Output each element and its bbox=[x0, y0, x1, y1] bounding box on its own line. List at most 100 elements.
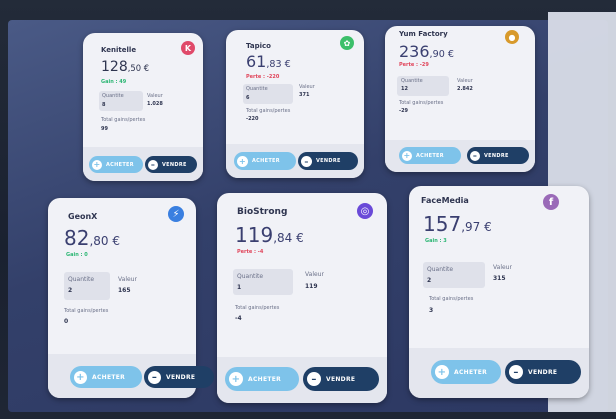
quantity-value: 1 bbox=[237, 284, 242, 291]
sell-label: VENDRE bbox=[316, 158, 341, 164]
price-decimal: ,97 € bbox=[461, 220, 492, 234]
total-value: -29 bbox=[399, 108, 409, 114]
value-label: Valeur bbox=[457, 78, 473, 84]
sell-button[interactable]: – VENDRE bbox=[145, 156, 197, 173]
minus-icon: – bbox=[470, 150, 480, 161]
price-decimal: ,90 € bbox=[429, 49, 454, 60]
value-amount: 1.028 bbox=[147, 101, 163, 107]
stock-name: Kenitelle bbox=[101, 46, 137, 54]
quantity-label: Quantite bbox=[401, 78, 423, 84]
company-logo-icon: K bbox=[181, 41, 195, 55]
company-logo-icon: ✿ bbox=[340, 36, 354, 50]
quantity-value: 8 bbox=[102, 102, 106, 108]
total-value: -4 bbox=[235, 315, 242, 322]
plus-icon: + bbox=[237, 155, 248, 167]
value-label: Valeur bbox=[299, 84, 315, 90]
total-value: 99 bbox=[101, 126, 108, 132]
quantity-label: Quantite bbox=[237, 273, 264, 280]
value-amount: 315 bbox=[493, 275, 506, 282]
value-amount: 2.842 bbox=[457, 86, 473, 92]
quantity-value: 2 bbox=[427, 277, 432, 284]
value-label: Valeur bbox=[118, 276, 137, 283]
plus-icon: + bbox=[402, 150, 412, 161]
stock-price: 128,50 € bbox=[101, 59, 149, 75]
sell-button[interactable]: – VENDRE bbox=[303, 367, 379, 391]
stock-name: GeonX bbox=[68, 212, 98, 221]
quantity-label: Quantite bbox=[68, 276, 95, 283]
quantity-label: Quantite bbox=[427, 266, 454, 273]
buy-button[interactable]: + ACHETER bbox=[431, 360, 501, 384]
stock-name: BioStrong bbox=[237, 207, 288, 217]
price-integer: 119 bbox=[235, 223, 274, 247]
price-decimal: ,80 € bbox=[89, 234, 120, 248]
status-text: Gain : 3 bbox=[425, 238, 447, 244]
minus-icon: – bbox=[307, 372, 321, 386]
company-logo-icon: ● bbox=[505, 30, 519, 44]
quantity-label: Quantite bbox=[246, 86, 268, 92]
buy-label: ACHETER bbox=[92, 373, 126, 381]
stock-card-geonx: GeonX ⚡ 82,80 € Gain : 0 Quantite 2 Vale… bbox=[48, 198, 214, 398]
stock-card-yum-factory: Yum Factory ● 236,90 € Perte : -29 Quant… bbox=[385, 26, 535, 172]
buy-button[interactable]: + ACHETER bbox=[234, 152, 296, 170]
total-label: Total gains/pertes bbox=[429, 296, 474, 302]
stock-card-kenitelle: Kenitelle K 128,50 € Gain : 49 Quantite … bbox=[83, 33, 203, 181]
buy-label: ACHETER bbox=[252, 158, 280, 164]
price-integer: 157 bbox=[423, 212, 462, 236]
price-integer: 61 bbox=[246, 52, 267, 71]
price-integer: 128 bbox=[101, 59, 128, 75]
sell-label: VENDRE bbox=[484, 152, 509, 159]
stock-name: Yum Factory bbox=[399, 30, 448, 38]
plus-icon: + bbox=[92, 159, 102, 170]
quantity-value: 2 bbox=[68, 287, 73, 294]
total-label: Total gains/pertes bbox=[246, 108, 291, 114]
buy-button[interactable]: + ACHETER bbox=[89, 156, 143, 173]
stock-price: 236,90 € bbox=[399, 42, 454, 61]
sell-label: VENDRE bbox=[162, 161, 187, 168]
stock-price: 82,80 € bbox=[64, 226, 120, 250]
sell-button[interactable]: – VENDRE bbox=[298, 152, 358, 170]
price-decimal: ,50 € bbox=[127, 63, 150, 73]
buy-button[interactable]: + ACHETER bbox=[399, 147, 461, 164]
sell-button[interactable]: – VENDRE bbox=[467, 147, 529, 164]
company-logo-icon: ◎ bbox=[357, 203, 373, 219]
company-logo-icon: ⚡ bbox=[168, 206, 184, 222]
buy-label: ACHETER bbox=[454, 368, 488, 376]
buy-button[interactable]: + ACHETER bbox=[225, 367, 299, 391]
stock-price: 61,83 € bbox=[246, 52, 291, 71]
stock-name: FaceMedia bbox=[421, 196, 469, 205]
minus-icon: – bbox=[509, 365, 523, 379]
status-text: Perte : -29 bbox=[399, 62, 429, 68]
price-decimal: ,84 € bbox=[273, 231, 304, 245]
status-text: Gain : 0 bbox=[66, 252, 88, 258]
stock-name: Tapico bbox=[246, 42, 271, 50]
value-label: Valeur bbox=[305, 271, 324, 278]
quantity-label: Quantite bbox=[102, 93, 124, 99]
total-label: Total gains/pertes bbox=[399, 100, 444, 106]
buy-label: ACHETER bbox=[106, 161, 134, 168]
price-integer: 82 bbox=[64, 226, 90, 250]
value-amount: 371 bbox=[299, 92, 310, 98]
sell-button[interactable]: – VENDRE bbox=[144, 366, 214, 388]
minus-icon: – bbox=[301, 155, 312, 167]
quantity-value: 6 bbox=[246, 95, 250, 101]
sell-label: VENDRE bbox=[528, 368, 558, 376]
sell-label: VENDRE bbox=[326, 375, 356, 383]
total-label: Total gains/pertes bbox=[64, 308, 109, 314]
stock-card-facemedia: FaceMedia f 157,97 € Gain : 3 Quantite 2… bbox=[409, 186, 589, 398]
stock-card-biostrong: BioStrong ◎ 119,84 € Perte : -4 Quantite… bbox=[217, 193, 387, 403]
sell-label: VENDRE bbox=[166, 373, 196, 381]
total-label: Total gains/pertes bbox=[101, 117, 146, 123]
sell-button[interactable]: – VENDRE bbox=[505, 360, 581, 384]
status-text: Perte : -220 bbox=[246, 74, 280, 80]
value-amount: 119 bbox=[305, 283, 318, 290]
buy-label: ACHETER bbox=[248, 375, 282, 383]
minus-icon: – bbox=[148, 370, 161, 384]
status-text: Gain : 49 bbox=[101, 79, 127, 85]
quantity-value: 12 bbox=[401, 86, 408, 92]
value-label: Valeur bbox=[147, 93, 163, 99]
buy-label: ACHETER bbox=[416, 152, 444, 159]
total-value: 3 bbox=[429, 307, 434, 314]
minus-icon: – bbox=[148, 159, 158, 170]
buy-button[interactable]: + ACHETER bbox=[70, 366, 142, 388]
status-text: Perte : -4 bbox=[237, 249, 264, 255]
